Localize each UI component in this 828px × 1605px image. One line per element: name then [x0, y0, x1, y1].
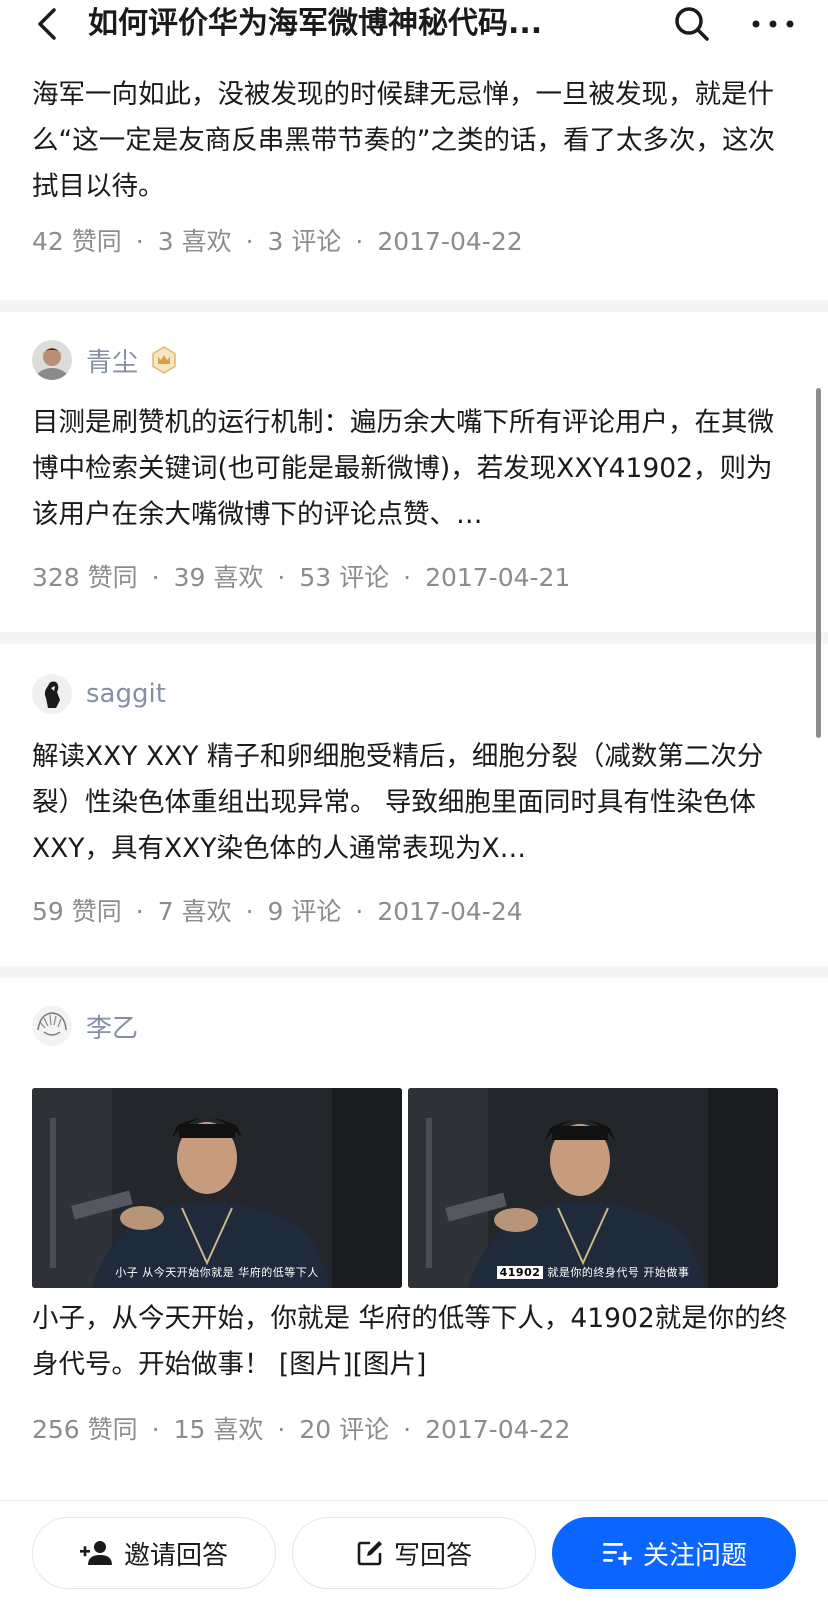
author-name[interactable]: 李乙 — [86, 1008, 138, 1045]
answer-meta: 328 赞同 · 39 喜欢 · 53 评论 · 2017-04-21 — [32, 563, 571, 592]
invite-label: 邀请回答 — [123, 1540, 228, 1571]
answer-card[interactable]: saggit 解读XXY XXY 精子和卵细胞受精后，细胞分裂（减数第二次分裂）… — [0, 644, 828, 966]
answer-content[interactable]: 解读XXY XXY 精子和卵细胞受精后，细胞分裂（减数第二次分裂）性染色体重组出… — [32, 734, 792, 872]
like-count: 256 赞同 — [32, 1415, 138, 1444]
invite-answer-button[interactable]: 邀请回答 — [32, 1517, 276, 1589]
question-page: 如何评价华为海军微博神秘代码... 海军一向如此，没被发现的时候肆无忌惮，一旦被… — [0, 0, 828, 1605]
separator — [0, 966, 828, 978]
answer-image[interactable]: 41902 就是你的终身代号 开始做事 — [408, 1088, 778, 1288]
answer-content[interactable]: 小子，从今天开始，你就是 华府的低等下人，41902就是你的终身代号。开始做事！… — [32, 1296, 792, 1388]
answer-meta: 42 赞同 · 3 喜欢 · 3 评论 · 2017-04-22 — [32, 227, 523, 256]
add-user-icon — [79, 1541, 112, 1565]
more-horizontal-icon — [752, 20, 794, 28]
follow-list-icon — [602, 1543, 632, 1566]
answer-date: 2017-04-21 — [425, 563, 571, 592]
comment-count: 3 评论 — [267, 227, 342, 256]
bottom-bar: 邀请回答 写回答 关注问题 — [0, 1500, 828, 1605]
write-label: 写回答 — [393, 1540, 472, 1571]
more-button[interactable] — [748, 4, 798, 44]
author-name[interactable]: saggit — [86, 679, 166, 709]
follow-label: 关注问题 — [642, 1540, 747, 1571]
follow-question-button[interactable]: 关注问题 — [552, 1517, 796, 1589]
answer-image[interactable]: 小子 从今天开始你就是 华府的低等下人 — [32, 1088, 402, 1288]
fav-count: 39 喜欢 — [173, 563, 264, 592]
answer-date: 2017-04-22 — [425, 1415, 571, 1444]
author-name[interactable]: 青尘 — [86, 342, 138, 379]
image-caption: 41902 就是你的终身代号 开始做事 — [408, 1264, 778, 1280]
image-caption: 小子 从今天开始你就是 华府的低等下人 — [115, 1266, 319, 1279]
answer-content[interactable]: 海军一向如此，没被发现的时候肆无忌惮，一旦被发现，就是什么“这一定是友商反串黑带… — [32, 72, 792, 210]
fav-count: 3 喜欢 — [157, 227, 232, 256]
question-title[interactable]: 如何评价华为海军微博神秘代码... — [88, 2, 608, 46]
answer-meta: 59 赞同 · 7 喜欢 · 9 评论 · 2017-04-24 — [32, 897, 523, 926]
like-count: 59 赞同 — [32, 897, 122, 926]
avatar[interactable] — [32, 1006, 72, 1046]
fav-count: 7 喜欢 — [157, 897, 232, 926]
answer-card[interactable]: 海军一向如此，没被发现的时候肆无忌惮，一旦被发现，就是什么“这一定是友商反串黑带… — [0, 64, 828, 300]
like-count: 42 赞同 — [32, 227, 122, 256]
comment-count: 20 评论 — [299, 1415, 390, 1444]
answer-meta: 256 赞同 · 15 喜欢 · 20 评论 · 2017-04-22 — [32, 1415, 571, 1444]
back-button[interactable] — [30, 6, 66, 42]
write-answer-button[interactable]: 写回答 — [292, 1517, 536, 1589]
search-button[interactable] — [672, 4, 712, 44]
edit-icon — [357, 1541, 382, 1566]
crown-badge-icon — [152, 346, 176, 374]
answer-date: 2017-04-22 — [377, 227, 523, 256]
chevron-left-icon — [38, 8, 56, 40]
like-count: 328 赞同 — [32, 563, 138, 592]
answer-content[interactable]: 目测是刷赞机的运行机制：遍历余大嘴下所有评论用户，在其微博中检索关键词(也可能是… — [32, 400, 792, 538]
comment-count: 9 评论 — [267, 897, 342, 926]
avatar[interactable] — [32, 674, 72, 714]
top-bar: 如何评价华为海军微博神秘代码... — [0, 0, 828, 64]
separator — [0, 632, 828, 644]
avatar[interactable] — [32, 340, 72, 380]
author-row[interactable]: 李乙 — [32, 1006, 138, 1046]
fav-count: 15 喜欢 — [173, 1415, 264, 1444]
answer-card[interactable]: 青尘 目测是刷赞机的运行机制：遍历余大嘴下所有评论用户，在其微博中检索关键词(也… — [0, 312, 828, 632]
author-row[interactable]: saggit — [32, 674, 166, 714]
comment-count: 53 评论 — [299, 563, 390, 592]
author-row[interactable]: 青尘 — [32, 340, 178, 380]
search-icon — [675, 7, 709, 41]
separator — [0, 300, 828, 312]
answer-date: 2017-04-24 — [377, 897, 523, 926]
code-label: 41902 — [496, 1266, 544, 1279]
scrollbar[interactable] — [816, 388, 821, 738]
